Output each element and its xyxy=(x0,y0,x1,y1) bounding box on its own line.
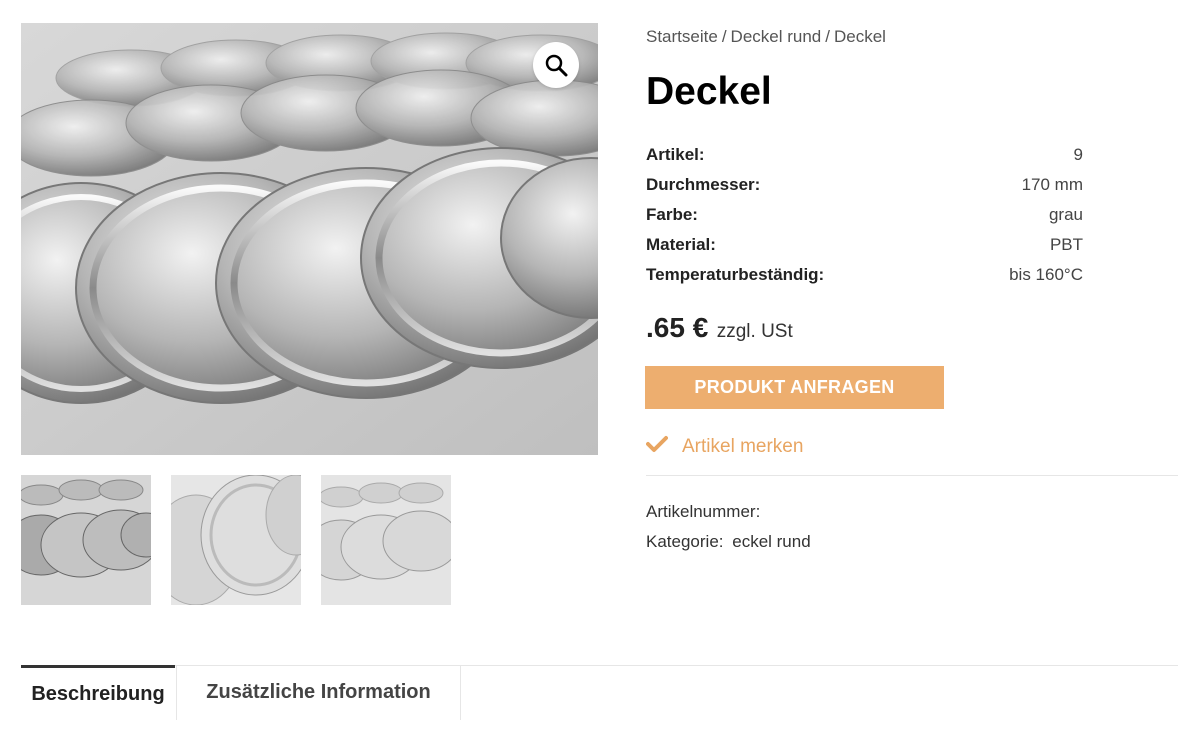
check-icon xyxy=(646,435,668,458)
product-price: .65 € zzgl. USt xyxy=(646,312,793,344)
sku-label: Artikelnummer: xyxy=(646,502,761,521)
spec-row: Farbe: grau xyxy=(646,200,1083,230)
thumbnail-1[interactable] xyxy=(21,475,151,605)
spec-row: Temperaturbeständig: bis 160°C xyxy=(646,260,1083,290)
breadcrumb-current: Deckel xyxy=(834,27,886,46)
spec-label: Temperaturbeständig: xyxy=(646,265,825,284)
tab-additional-information[interactable]: Zusätzliche Information xyxy=(176,665,461,720)
category-link[interactable]: eckel rund xyxy=(732,532,810,551)
spec-row: Artikel: 9 xyxy=(646,140,1083,170)
product-meta: Artikelnummer: Kategorie: eckel rund xyxy=(646,497,811,557)
product-main-image[interactable] xyxy=(21,23,598,455)
thumbnail-gallery xyxy=(21,475,451,605)
thumbnail-2[interactable] xyxy=(171,475,301,605)
spec-label: Material: xyxy=(646,235,716,254)
product-title: Deckel xyxy=(646,70,772,113)
spec-value: PBT xyxy=(1049,235,1083,254)
sku-row: Artikelnummer: xyxy=(646,497,811,527)
wishlist-link[interactable]: Artikel merken xyxy=(646,435,803,458)
breadcrumb-home[interactable]: Startseite xyxy=(646,27,718,46)
tab-description[interactable]: Beschreibung xyxy=(21,665,175,720)
product-specs: Artikel: 9 Durchmesser: 170 mm Farbe: gr… xyxy=(646,140,1083,290)
price-amount: .65 € xyxy=(646,312,709,343)
breadcrumb-separator: / xyxy=(721,27,727,46)
category-row: Kategorie: eckel rund xyxy=(646,527,811,557)
thumbnail-3[interactable] xyxy=(321,475,451,605)
tax-note: zzgl. USt xyxy=(716,321,793,342)
spec-label: Artikel: xyxy=(646,145,705,164)
category-label: Kategorie: xyxy=(646,532,724,551)
divider xyxy=(646,475,1178,476)
breadcrumb-category[interactable]: Deckel rund xyxy=(731,27,822,46)
zoom-button[interactable] xyxy=(533,42,579,88)
magnifier-icon xyxy=(544,53,568,77)
spec-row: Material: PBT xyxy=(646,230,1083,260)
spec-value: grau xyxy=(1048,205,1083,224)
spec-label: Durchmesser: xyxy=(646,175,761,194)
breadcrumb: Startseite / Deckel rund / Deckel xyxy=(646,27,886,47)
breadcrumb-separator: / xyxy=(825,27,830,46)
spec-row: Durchmesser: 170 mm xyxy=(646,170,1083,200)
spec-value: bis 160°C xyxy=(1009,265,1083,284)
spec-value: 9 xyxy=(1073,145,1083,164)
spec-value: 170 mm xyxy=(1021,175,1083,194)
wishlist-label: Artikel merken xyxy=(682,435,804,457)
request-product-button[interactable]: PRODUKT ANFRAGEN xyxy=(645,366,944,409)
spec-label: Farbe: xyxy=(646,205,698,224)
